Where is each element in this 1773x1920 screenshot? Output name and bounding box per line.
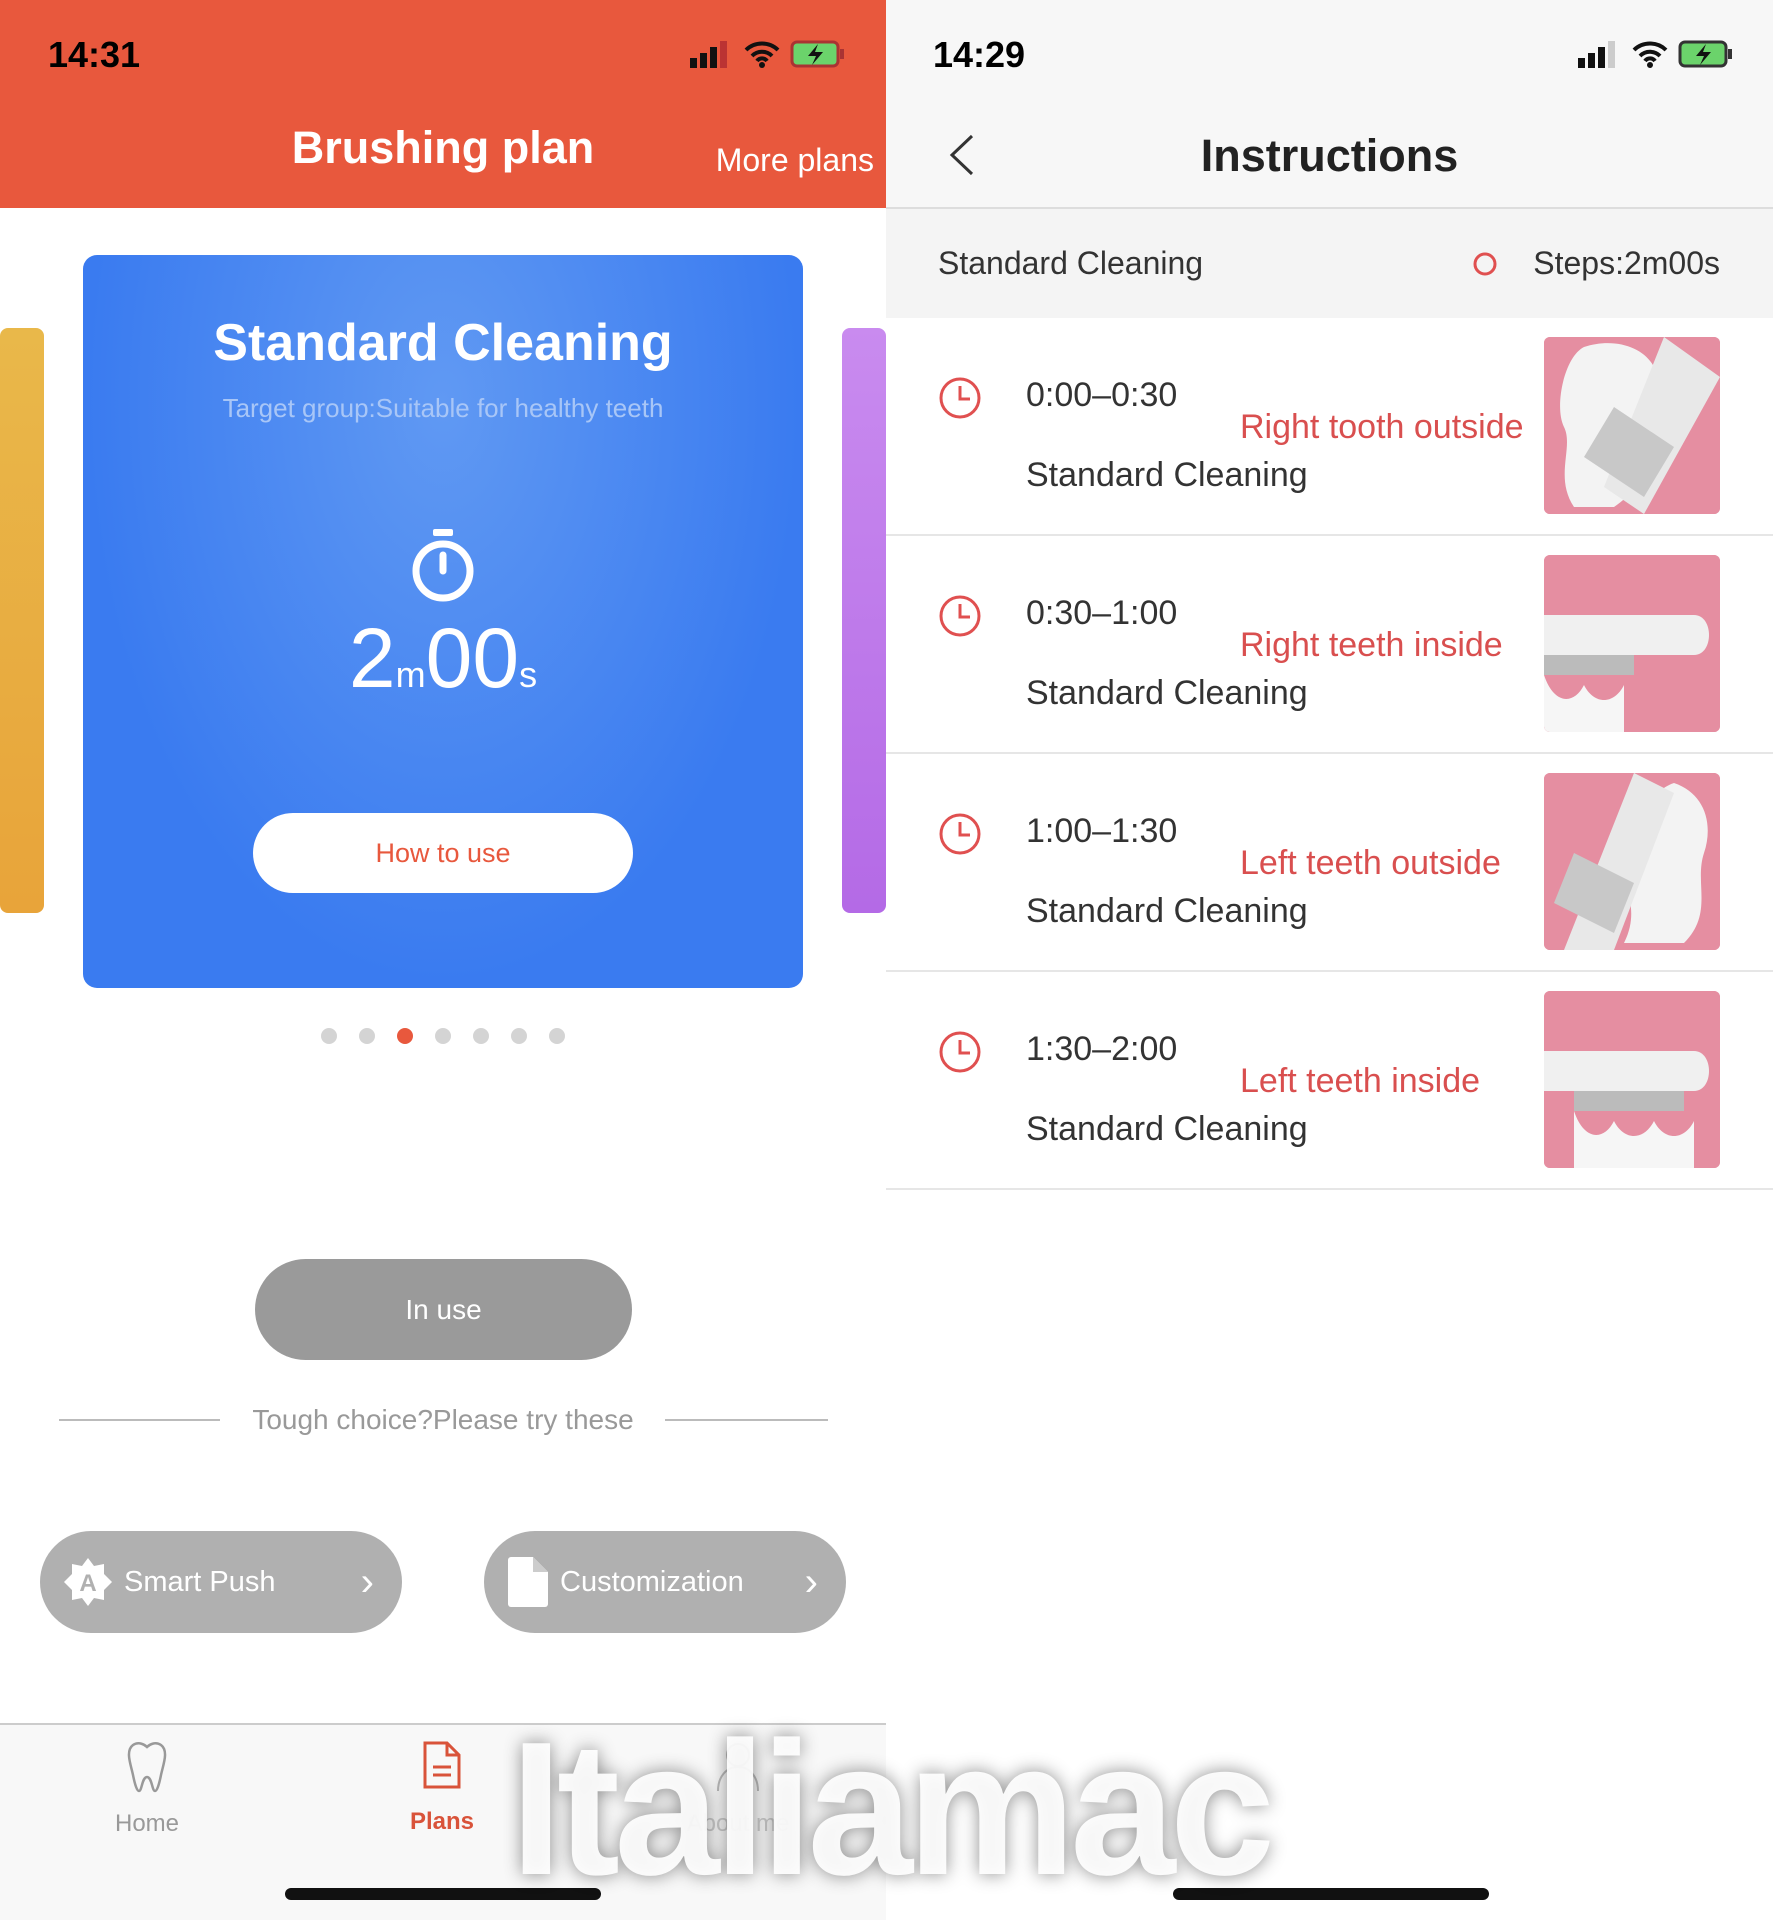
- tab-plans[interactable]: Plans: [362, 1741, 522, 1836]
- plan-duration: 2m00s: [83, 610, 803, 707]
- clock-icon: [939, 1031, 981, 1073]
- step-time: 1:00–1:30: [1026, 812, 1178, 850]
- step-plan: Standard Cleaning: [1026, 456, 1308, 494]
- wifi-icon: [1632, 41, 1668, 68]
- smart-push-button[interactable]: A Smart Push ›: [40, 1531, 402, 1633]
- clock-icon: [939, 813, 981, 855]
- step-area: Left teeth inside: [1240, 1062, 1481, 1100]
- battery-charging-icon: [790, 40, 844, 68]
- carousel-dot[interactable]: [511, 1028, 527, 1044]
- svg-text:A: A: [79, 1570, 96, 1597]
- status-time: 14:31: [48, 34, 141, 75]
- chevron-right-icon: ›: [360, 1559, 374, 1604]
- carousel-dot[interactable]: [435, 1028, 451, 1044]
- step-time: 0:00–0:30: [1026, 376, 1178, 414]
- circle-icon: [1473, 252, 1497, 276]
- minutes-unit: m: [395, 654, 426, 695]
- step-row: 0:00–0:30 Right tooth outside Standard C…: [886, 318, 1773, 536]
- tab-label: Home: [114, 1810, 180, 1837]
- plan-summary: Standard Cleaning Steps:2m00s: [886, 209, 1773, 318]
- carousel-dot[interactable]: [549, 1028, 565, 1044]
- status-time: 14:29: [933, 34, 1026, 75]
- step-area: Right teeth inside: [1240, 626, 1503, 664]
- seconds-unit: s: [519, 654, 538, 695]
- step-area: Right tooth outside: [1240, 408, 1524, 446]
- watermark-logo: Italiamac: [510, 1703, 1275, 1915]
- step-time: 1:30–2:00: [1026, 1030, 1178, 1068]
- document-icon: [423, 1741, 461, 1789]
- auto-badge-icon: A: [64, 1558, 112, 1606]
- carousel-dot[interactable]: [397, 1028, 413, 1044]
- instructions-screen: 14:29 Instructions Standard Cleaning Ste…: [886, 0, 1773, 1920]
- suggestion-text: Tough choice?Please try these: [252, 1404, 634, 1435]
- prev-plan-card[interactable]: [0, 328, 44, 913]
- step-time: 0:30–1:00: [1026, 594, 1178, 632]
- chevron-right-icon: ›: [804, 1559, 818, 1604]
- status-icons: [1578, 40, 1734, 68]
- wifi-icon: [744, 41, 780, 68]
- step-plan: Standard Cleaning: [1026, 1110, 1308, 1148]
- clock-icon: [939, 377, 981, 419]
- step-row: 0:30–1:00 Right teeth inside Standard Cl…: [886, 536, 1773, 754]
- customization-label: Customization: [560, 1565, 744, 1598]
- step-plan: Standard Cleaning: [1026, 674, 1308, 712]
- step-illustration: [1544, 555, 1720, 732]
- carousel-dot[interactable]: [473, 1028, 489, 1044]
- more-plans-link[interactable]: More plans: [716, 142, 874, 179]
- smart-push-label: Smart Push: [124, 1565, 276, 1598]
- plan-name: Standard Cleaning: [938, 245, 1204, 281]
- document-icon: [508, 1557, 548, 1607]
- duration-seconds: 00: [425, 611, 520, 705]
- step-illustration: [1544, 991, 1720, 1168]
- status-icons: [690, 40, 846, 68]
- plan-title: Standard Cleaning: [213, 314, 673, 372]
- carousel-dot[interactable]: [321, 1028, 337, 1044]
- tab-home[interactable]: Home: [67, 1741, 227, 1838]
- plan-card[interactable]: Standard Cleaning Target group:Suitable …: [83, 255, 803, 988]
- next-plan-card[interactable]: [842, 328, 886, 913]
- tab-label: Plans: [409, 1808, 475, 1835]
- clock-icon: [939, 595, 981, 637]
- how-to-use-button[interactable]: How to use: [253, 813, 633, 893]
- plan-target-group: Target group:Suitable for healthy teeth: [222, 393, 664, 423]
- in-use-button[interactable]: In use: [255, 1259, 632, 1360]
- step-plan: Standard Cleaning: [1026, 892, 1308, 930]
- signal-icon: [690, 41, 727, 68]
- signal-icon: [1578, 41, 1615, 68]
- step-row: 1:00–1:30 Left teeth outside Standard Cl…: [886, 754, 1773, 972]
- step-row: 1:30–2:00 Left teeth inside Standard Cle…: [886, 972, 1773, 1190]
- steps-duration: Steps:2m00s: [1533, 245, 1720, 281]
- stopwatch-icon: [412, 529, 474, 602]
- page-title: Instructions: [1200, 130, 1459, 181]
- battery-charging-icon: [1678, 40, 1732, 68]
- tooth-icon: [127, 1742, 167, 1793]
- brushing-plan-screen: 14:31 Brushing plan More plans Standard …: [0, 0, 886, 1920]
- step-illustration: [1544, 773, 1720, 950]
- duration-minutes: 2: [348, 611, 396, 705]
- step-area: Left teeth outside: [1240, 844, 1501, 882]
- carousel-dot[interactable]: [359, 1028, 375, 1044]
- customization-button[interactable]: Customization ›: [484, 1531, 846, 1633]
- step-illustration: [1544, 337, 1720, 514]
